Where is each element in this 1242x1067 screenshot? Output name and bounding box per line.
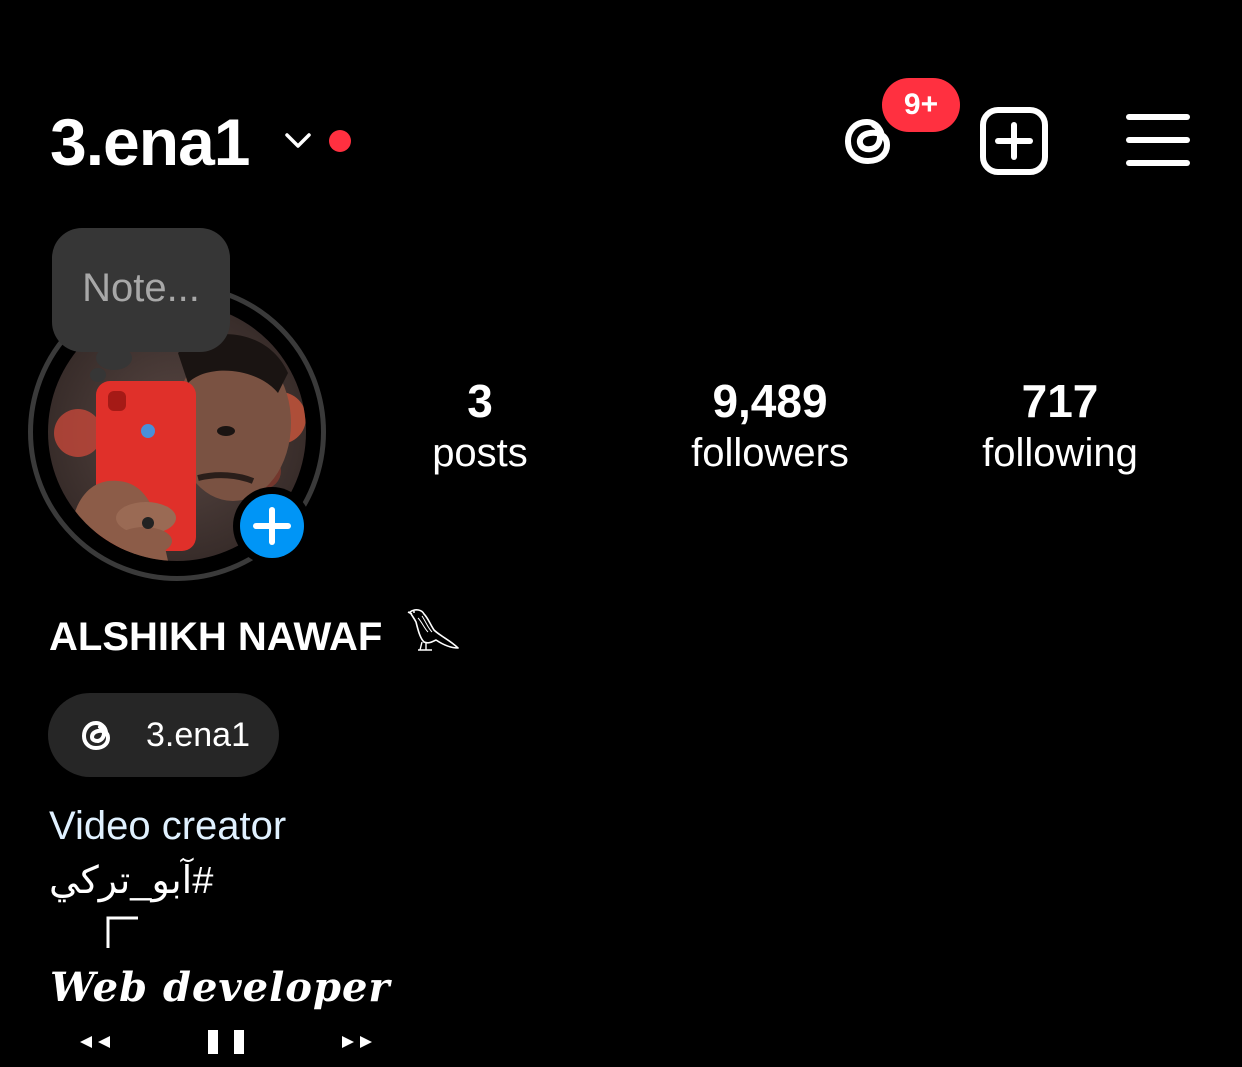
threads-profile-link[interactable]: 3.ena1: [48, 693, 279, 777]
following-label: following: [982, 431, 1138, 475]
threads-icon: [81, 720, 111, 751]
followers-stat[interactable]: 9,489 followers: [660, 374, 880, 478]
profile-username[interactable]: 3.ena1: [50, 102, 250, 182]
followers-count: 9,489: [712, 375, 828, 427]
media-controls-glyphs: ◂◂: [80, 1030, 372, 1054]
falcon-emoji-icon: [407, 609, 459, 651]
bio-category[interactable]: Video creator: [49, 802, 286, 850]
following-stat[interactable]: 717 following: [950, 374, 1170, 478]
add-story-button[interactable]: [233, 487, 311, 565]
posts-label: posts: [432, 431, 528, 475]
posts-stat[interactable]: 3 posts: [370, 374, 590, 478]
chevron-down-icon[interactable]: [283, 127, 313, 153]
note-bubble-tail: [90, 368, 106, 382]
plus-icon: [253, 507, 291, 545]
bio-web-developer: Web developer: [50, 964, 391, 1011]
following-count: 717: [1021, 375, 1099, 427]
posts-count: 3: [467, 375, 493, 427]
hamburger-menu-icon[interactable]: [1126, 112, 1190, 168]
threads-notification-badge[interactable]: 9+: [882, 78, 960, 132]
bio-hashtag[interactable]: #آبو_تركي: [49, 858, 213, 904]
bio-corner-glyph: ┌: [106, 916, 138, 948]
notification-dot: [329, 130, 351, 152]
profile-full-name: ALSHIKH NAWAF: [49, 615, 383, 659]
note-bubble[interactable]: Note...: [52, 228, 230, 352]
followers-label: followers: [691, 431, 849, 475]
add-story-circle: [240, 494, 304, 558]
create-post-icon[interactable]: [979, 107, 1049, 175]
note-placeholder: Note...: [82, 266, 200, 310]
threads-handle: 3.ena1: [146, 716, 250, 754]
